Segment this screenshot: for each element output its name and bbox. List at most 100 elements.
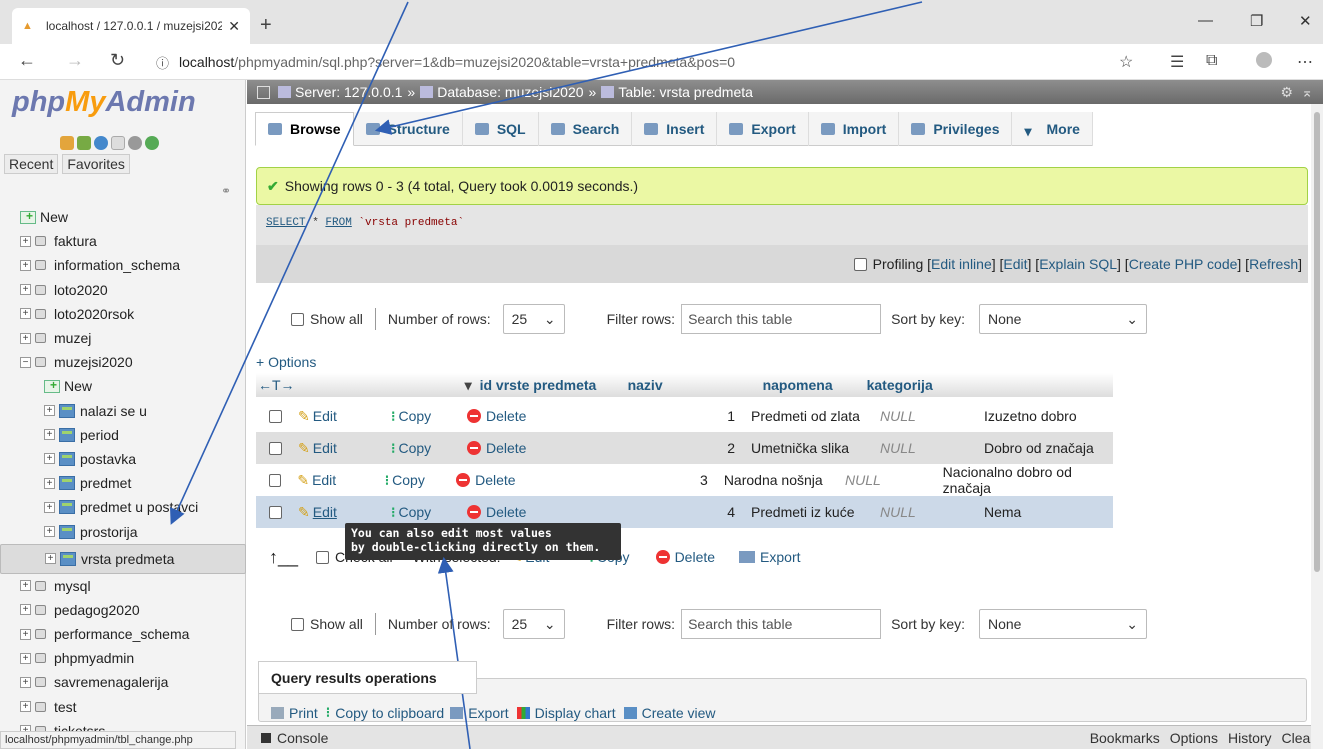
row-delete-button[interactable]: Delete <box>467 408 597 424</box>
row-edit-button[interactable]: ✎ Edit <box>298 408 391 425</box>
number-of-rows-select[interactable]: 25 ⌄ <box>502 304 565 334</box>
refresh-link[interactable]: Refresh <box>1249 256 1298 272</box>
cell-id[interactable]: 3 <box>578 472 718 488</box>
filter-rows-input[interactable]: Search this table <box>681 609 882 639</box>
cell-id[interactable]: 2 <box>597 440 745 456</box>
row-delete-button[interactable]: Delete <box>467 504 597 520</box>
favorites-button[interactable]: Favorites <box>62 154 130 174</box>
edit-inline-link[interactable]: Edit inline <box>931 256 992 272</box>
sidebar-item-loto2020[interactable]: + loto2020 <box>0 278 246 302</box>
back-icon[interactable]: ← <box>18 50 36 71</box>
expand-icon[interactable]: + <box>20 308 31 320</box>
url-field[interactable]: ⓘ localhost/phpmyadmin/sql.php?server=1&… <box>150 48 1110 76</box>
bulk-delete-button[interactable]: Delete <box>675 549 715 565</box>
forward-icon[interactable]: → <box>66 50 84 71</box>
row-edit-button[interactable]: ✎ Edit <box>298 440 391 457</box>
breadcrumb-server[interactable]: Server: 127.0.0.1 <box>295 84 402 100</box>
cell-id[interactable]: 1 <box>597 408 745 424</box>
column-header-napomena[interactable]: napomena <box>763 377 867 393</box>
sort-by-key-select[interactable]: None ⌄ <box>979 609 1147 639</box>
expand-icon[interactable]: + <box>20 332 31 344</box>
sidebar-item-predmet[interactable]: + predmet <box>0 471 246 495</box>
favorites-icon[interactable]: ☰ <box>1170 52 1184 72</box>
recent-button[interactable]: Recent <box>4 154 59 174</box>
sidebar-item-nalazi-se-u[interactable]: + nalazi se u <box>0 399 246 423</box>
sidebar-item-pedagog2020[interactable]: + pedagog2020 <box>0 598 246 622</box>
row-checkbox[interactable] <box>269 409 282 423</box>
sidebar-item-period[interactable]: + period <box>0 423 246 447</box>
cell-napomena[interactable]: NULL <box>880 440 984 456</box>
console-options[interactable]: Options <box>1170 730 1218 746</box>
star-icon[interactable]: ☆ <box>1119 52 1133 72</box>
expand-icon[interactable]: + <box>44 405 55 417</box>
collapse-icon[interactable] <box>257 85 270 99</box>
sidebar-item-prostorija[interactable]: + prostorija <box>0 519 246 543</box>
link-icon[interactable]: ⚭ <box>221 184 231 198</box>
restore-icon[interactable]: ❐ <box>1250 12 1263 30</box>
expand-icon[interactable]: + <box>44 429 55 441</box>
sidebar-item-vrsta-predmeta[interactable]: + vrsta predmeta <box>0 543 246 574</box>
show-all-checkbox[interactable] <box>291 312 304 326</box>
new-tab-button[interactable]: + <box>260 14 272 37</box>
sidebar-item-muzejsi2020[interactable]: − muzejsi2020 <box>0 350 246 374</box>
sidebar-item-performance_schema[interactable]: + performance_schema <box>0 622 246 646</box>
table-row[interactable]: ✎ Edit ⁝ Copy Delete 2 Umetnička slika NULL Dobr… <box>256 432 1113 464</box>
expand-icon[interactable]: + <box>20 604 31 616</box>
sidebar-item-New[interactable]: New <box>0 374 246 398</box>
browser-tab[interactable]: ▲ localhost / 127.0.0.1 / muzejsi202 ✕ <box>12 8 250 44</box>
copy-to-clipboard-link[interactable]: Copy to clipboard <box>335 705 444 721</box>
expand-icon[interactable]: + <box>44 501 55 513</box>
cell-naziv[interactable]: Predmeti od zlata <box>745 408 880 424</box>
show-all-checkbox[interactable] <box>291 617 304 631</box>
console-history[interactable]: History <box>1228 730 1272 746</box>
row-copy-button[interactable]: ⁝ Copy <box>391 408 467 425</box>
cell-napomena[interactable]: NULL <box>880 504 984 520</box>
expand-icon[interactable]: + <box>20 235 31 247</box>
tab-import[interactable]: Import <box>809 112 900 146</box>
export-link[interactable]: Export <box>468 705 508 721</box>
docs-icon[interactable] <box>111 136 125 150</box>
row-delete-button[interactable]: Delete <box>456 472 578 488</box>
column-header-kategorija[interactable]: kategorija <box>867 377 933 393</box>
sidebar-item-savremenagalerija[interactable]: + savremenagalerija <box>0 670 246 694</box>
column-header-naziv[interactable]: naziv <box>628 377 763 393</box>
cell-napomena[interactable]: NULL <box>845 472 943 488</box>
sql-keyword-from[interactable]: FROM <box>325 217 351 229</box>
settings-icon[interactable] <box>128 136 142 150</box>
row-checkbox[interactable] <box>269 505 282 519</box>
expand-icon[interactable]: + <box>20 652 31 664</box>
minimize-icon[interactable]: — <box>1198 12 1213 29</box>
sidebar-item-information_schema[interactable]: + information_schema <box>0 253 246 277</box>
help-icon[interactable] <box>94 136 108 150</box>
close-window-icon[interactable]: ✕ <box>1299 12 1312 30</box>
cell-naziv[interactable]: Narodna nošnja <box>718 472 845 488</box>
bulk-export-button[interactable]: Export <box>760 549 800 565</box>
row-checkbox[interactable] <box>269 473 282 487</box>
sidebar-item-predmet-u-postavci[interactable]: + predmet u postavci <box>0 495 246 519</box>
sidebar-item-loto2020rsok[interactable]: + loto2020rsok <box>0 302 246 326</box>
print-link[interactable]: Print <box>289 705 318 721</box>
cell-naziv[interactable]: Predmeti iz kuće <box>745 504 880 520</box>
expand-icon[interactable]: + <box>20 701 31 713</box>
tab-privileges[interactable]: Privileges <box>899 112 1013 146</box>
filter-rows-input[interactable]: Search this table <box>681 304 882 334</box>
expand-icon[interactable]: + <box>45 553 56 565</box>
logout-icon[interactable] <box>77 136 91 150</box>
tab-more[interactable]: ▾ More <box>1012 112 1093 146</box>
expand-icon[interactable]: + <box>44 526 55 538</box>
expand-icon[interactable]: + <box>20 580 31 592</box>
tab-browse[interactable]: Browse <box>255 112 354 146</box>
display-chart-link[interactable]: Display chart <box>535 705 616 721</box>
cell-id[interactable]: 4 <box>597 504 745 520</box>
expand-icon[interactable]: + <box>20 676 31 688</box>
sort-chevron-icon[interactable]: ▾ <box>465 377 472 394</box>
breadcrumb-database[interactable]: Database: muzejsi2020 <box>437 84 583 100</box>
profiling-checkbox[interactable] <box>853 257 867 271</box>
tab-insert[interactable]: Insert <box>632 112 718 146</box>
row-copy-button[interactable]: ⁝ Copy <box>385 472 456 489</box>
row-edit-button[interactable]: ✎ Edit <box>297 472 384 489</box>
tab-sql[interactable]: SQL <box>463 112 539 146</box>
row-delete-button[interactable]: Delete <box>467 440 597 456</box>
phpmyadmin-logo[interactable]: phpMyAdmin <box>12 86 196 119</box>
row-checkbox[interactable] <box>269 441 282 455</box>
